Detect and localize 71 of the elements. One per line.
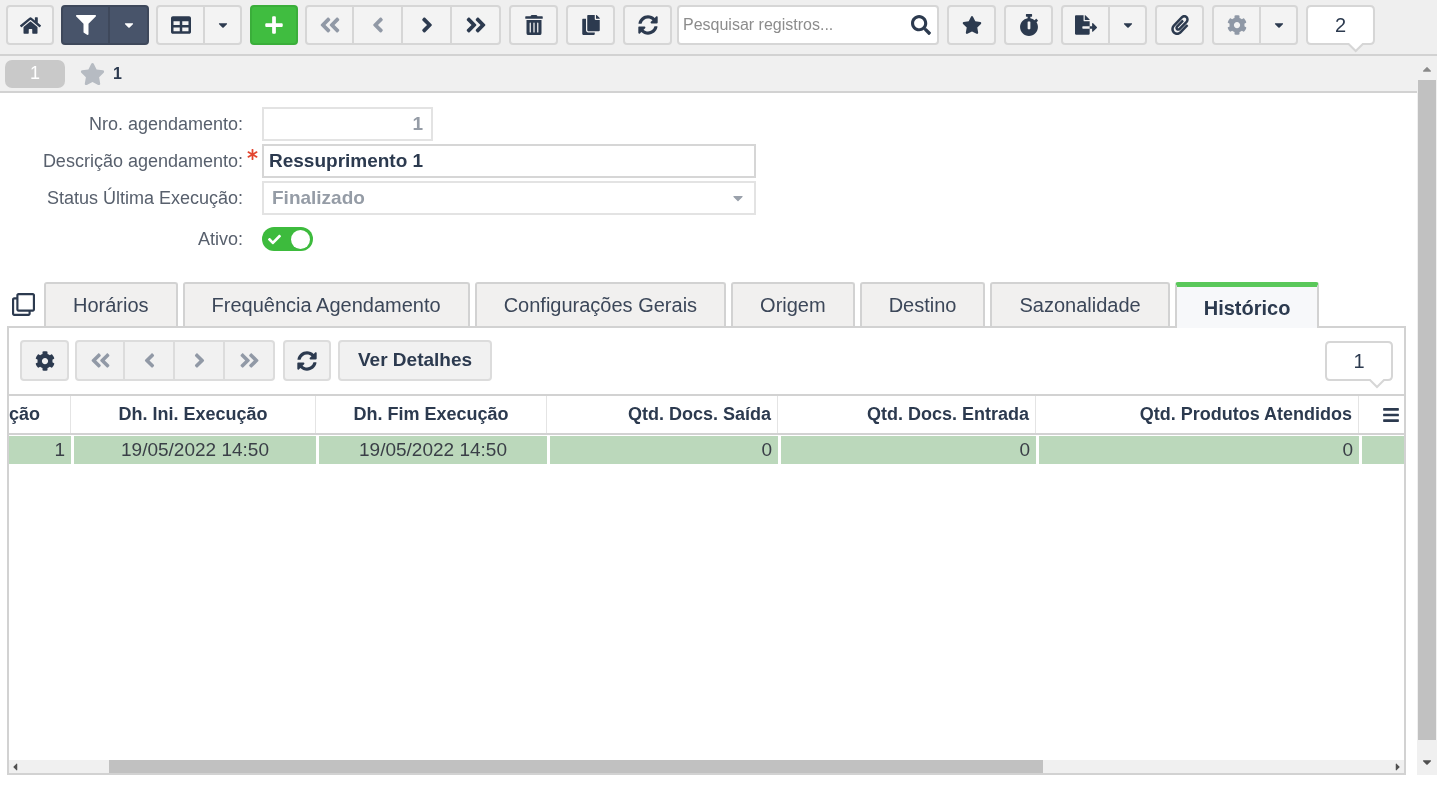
duplicate-button[interactable] — [566, 5, 615, 45]
table-cell: 0 — [547, 436, 778, 464]
column-header[interactable]: ção — [9, 396, 71, 433]
table-icon — [170, 15, 191, 35]
search-field[interactable]: Pesquisar registros... — [677, 5, 939, 45]
star-icon[interactable] — [80, 61, 105, 86]
record-count-badge: 1 — [1325, 341, 1393, 389]
settings-icon — [34, 350, 55, 371]
column-header[interactable]: Qtd. Docs. Entrada — [778, 396, 1036, 433]
horizontal-scrollbar[interactable] — [9, 760, 1404, 773]
tab[interactable]: Histórico — [1174, 282, 1320, 328]
description-input[interactable]: Ressuprimento 1 — [262, 144, 756, 178]
grid-view-button[interactable] — [156, 5, 205, 45]
plus-icon — [264, 15, 284, 35]
tab[interactable]: Horários — [44, 282, 178, 326]
trash-icon — [524, 15, 543, 35]
column-header[interactable]: Dh. Fim Execução — [316, 396, 547, 433]
column-header[interactable]: Dh. Ini. Execução — [71, 396, 316, 433]
home-button[interactable] — [6, 5, 54, 45]
tab[interactable]: Configurações Gerais — [474, 282, 727, 326]
field-label: Nro. agendamento: — [87, 112, 243, 136]
file-export-icon — [1074, 14, 1097, 36]
vertical-scrollbar[interactable] — [1417, 56, 1437, 775]
filter-menu-button[interactable] — [110, 5, 149, 45]
tab[interactable]: Destino — [859, 282, 986, 326]
next-record-button[interactable] — [403, 5, 452, 45]
copy-icon — [580, 15, 601, 35]
tab[interactable]: Origem — [731, 282, 855, 326]
favorite-button[interactable] — [947, 5, 996, 45]
scrollbar-thumb[interactable] — [109, 760, 1043, 773]
refresh-button[interactable] — [623, 5, 672, 45]
refresh-icon — [297, 350, 317, 371]
refresh-icon — [637, 15, 658, 35]
table-row[interactable]: 1 19/05/2022 14:50 19/05/2022 14:50 0 0 0 — [9, 436, 1404, 464]
home-icon — [19, 14, 41, 36]
timer-button[interactable] — [1004, 5, 1053, 45]
table-cell: 0 — [1036, 436, 1359, 464]
column-menu-icon[interactable] — [1382, 405, 1400, 424]
filter-button[interactable] — [61, 5, 110, 45]
field-label: Descrição agendamento: — [41, 149, 243, 173]
details-button[interactable]: Ver Detalhes — [338, 340, 493, 381]
search-icon[interactable] — [911, 15, 931, 35]
grid-settings-button[interactable] — [20, 340, 69, 381]
check-icon — [268, 232, 281, 246]
table-cell: 0 — [778, 436, 1036, 464]
delete-button[interactable] — [509, 5, 558, 45]
tab[interactable]: Sazonalidade — [990, 282, 1170, 326]
scrollbar-thumb[interactable] — [1418, 80, 1436, 740]
active-toggle[interactable] — [262, 227, 313, 251]
clone-icon[interactable] — [12, 293, 35, 316]
record-count-badge: 2 — [1306, 5, 1375, 53]
settings-button[interactable] — [1212, 5, 1261, 45]
last-record-button[interactable] — [452, 5, 501, 45]
favorites-count: 1 — [113, 63, 122, 84]
paperclip-icon — [1169, 15, 1190, 35]
settings-icon — [1226, 15, 1247, 35]
tab[interactable]: Frequência Agendamento — [182, 282, 470, 326]
attachment-button[interactable] — [1155, 5, 1204, 45]
filter-icon — [75, 15, 96, 35]
star-icon — [961, 15, 982, 35]
column-header[interactable]: Qtd. Produtos Atendidos — [1036, 396, 1359, 433]
stopwatch-icon — [1018, 14, 1039, 36]
table-cell-text: 1 — [53, 437, 66, 462]
field-label: Ativo: — [196, 227, 243, 251]
table-cell: 19/05/2022 14:50 — [71, 436, 316, 464]
refresh-button[interactable] — [283, 340, 331, 381]
table-cell: 19/05/2022 14:50 — [316, 436, 547, 464]
export-button[interactable] — [1061, 5, 1110, 45]
column-header[interactable]: Qtd. Docs. Saída — [547, 396, 778, 433]
add-button[interactable] — [250, 5, 298, 45]
field-label: Status Última Execução: — [45, 186, 243, 210]
